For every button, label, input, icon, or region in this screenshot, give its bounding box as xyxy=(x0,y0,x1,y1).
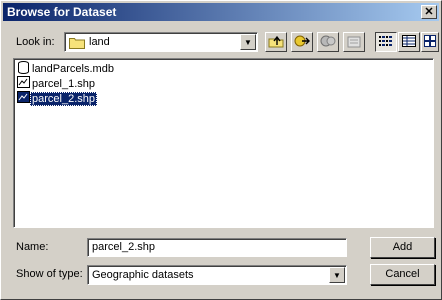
type-dropdown-value: Geographic datasets xyxy=(92,269,194,281)
show-of-type-label: Show of type: xyxy=(16,268,83,280)
details-view-button[interactable] xyxy=(398,32,420,52)
connect-folder-icon xyxy=(294,34,310,51)
close-button[interactable]: ✕ xyxy=(421,5,437,19)
file-name: parcel_1.shp xyxy=(32,78,95,90)
folder-icon xyxy=(69,36,85,52)
browse-dialog: Browse for Dataset ✕ Look in: land ▼ lan… xyxy=(0,0,442,300)
list-item-selected[interactable]: parcel_2.shp xyxy=(17,91,97,107)
file-list[interactable]: landParcels.mdb parcel_1.shp parcel_2.sh… xyxy=(13,58,434,228)
cancel-button[interactable]: Cancel xyxy=(370,264,435,285)
look-in-label: Look in: xyxy=(16,36,55,48)
shapefile-icon xyxy=(17,91,30,107)
thumbnails-view-button[interactable] xyxy=(421,32,439,52)
chevron-down-icon[interactable]: ▼ xyxy=(240,34,256,50)
up-one-level-icon xyxy=(268,34,284,51)
list-item[interactable]: parcel_1.shp xyxy=(17,76,97,92)
name-label: Name: xyxy=(16,241,49,253)
file-name: landParcels.mdb xyxy=(32,63,114,75)
properties-button[interactable] xyxy=(343,32,365,52)
up-one-level-button[interactable] xyxy=(265,32,287,52)
chevron-down-icon[interactable]: ▼ xyxy=(329,267,345,283)
disconnect-folder-button[interactable] xyxy=(317,32,339,52)
file-name: parcel_2.shp xyxy=(30,92,97,106)
look-in-value: land xyxy=(89,36,110,48)
type-dropdown[interactable]: Geographic datasets ▼ xyxy=(87,265,347,285)
look-in-dropdown[interactable]: land ▼ xyxy=(64,32,258,52)
add-button[interactable]: Add xyxy=(370,237,435,258)
close-icon: ✕ xyxy=(424,6,434,18)
details-view-icon xyxy=(402,34,416,50)
geodatabase-icon xyxy=(17,60,30,78)
disconnect-folder-icon xyxy=(320,34,336,51)
shapefile-icon xyxy=(17,76,30,92)
thumbnails-view-icon xyxy=(424,34,436,50)
name-field[interactable]: parcel_2.shp xyxy=(87,238,347,257)
name-field-value: parcel_2.shp xyxy=(92,241,155,253)
dialog-title: Browse for Dataset xyxy=(7,5,117,19)
list-view-icon xyxy=(379,35,393,50)
title-bar: Browse for Dataset ✕ xyxy=(3,3,439,21)
connect-folder-button[interactable] xyxy=(291,32,313,52)
properties-icon xyxy=(346,34,362,51)
list-view-button[interactable] xyxy=(375,32,397,52)
list-item[interactable]: landParcels.mdb xyxy=(17,60,116,78)
